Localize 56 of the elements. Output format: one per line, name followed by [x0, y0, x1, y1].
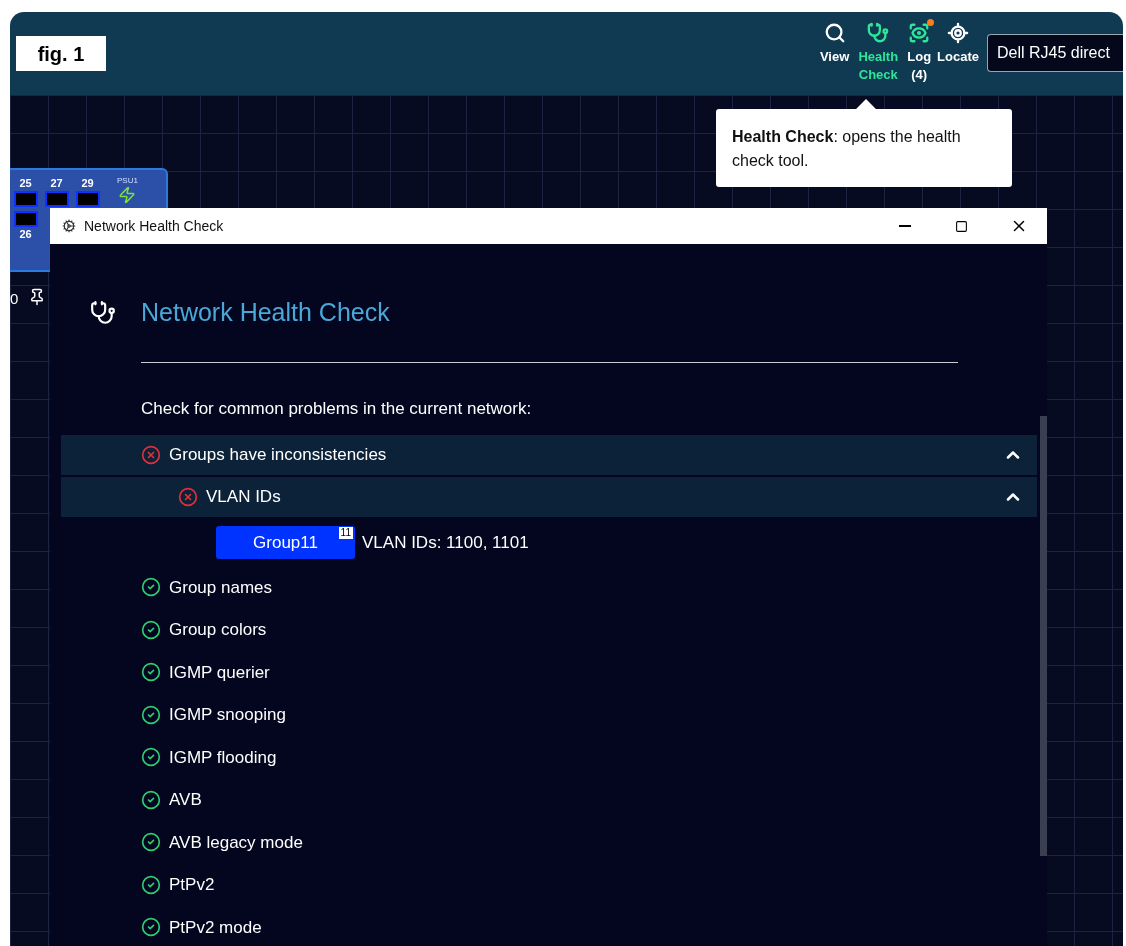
- check-row[interactable]: Groups have inconsistencies: [61, 435, 1037, 475]
- check-label: IGMP querier: [169, 661, 271, 684]
- port: [13, 211, 38, 227]
- stethoscope-icon: [867, 22, 890, 44]
- psu-label: PSU1: [117, 176, 138, 186]
- search-icon: [823, 22, 846, 44]
- check-label: Groups have inconsistencies: [169, 444, 388, 467]
- check-row[interactable]: IGMP flooding: [61, 736, 1037, 779]
- port-label: 25: [19, 176, 32, 190]
- toolbar-button[interactable]: View: [819, 22, 850, 66]
- tooltip-text: Health Check: opens the health check tool.: [732, 128, 961, 169]
- group-number-badge: 11: [338, 527, 353, 539]
- check-label: AVB: [169, 789, 203, 811]
- check-label: PtPv2: [169, 874, 216, 896]
- check-row[interactable]: AVB legacy mode: [61, 821, 1037, 864]
- figure-label: fig. 1: [16, 36, 106, 71]
- scrollbar[interactable]: [1040, 416, 1047, 856]
- check-label: PtPv2 mode: [169, 916, 263, 939]
- port: [44, 191, 69, 207]
- check-row[interactable]: VLAN IDs: [61, 477, 1037, 517]
- toolbar-button[interactable]: Health Check: [855, 22, 902, 84]
- device-dropdown[interactable]: Dell RJ45 direct: [987, 34, 1123, 72]
- pin-icon: [28, 288, 46, 306]
- port-label: 27: [50, 176, 63, 190]
- check-row[interactable]: IGMP snooping: [61, 693, 1037, 736]
- port-label: 26: [19, 227, 32, 241]
- check-label: IGMP flooding: [169, 746, 278, 769]
- gear-icon: [62, 219, 76, 233]
- eye-icon: [908, 22, 931, 44]
- port: [75, 191, 100, 207]
- port: [13, 191, 38, 207]
- vlan-detail: VLAN IDs: 1100, 1101: [362, 531, 529, 554]
- check-label: IGMP snooping: [169, 704, 287, 726]
- node-label: 0: [10, 289, 19, 309]
- power-icon: [118, 186, 137, 204]
- check-row[interactable]: IGMP querier: [61, 651, 1037, 694]
- port-label: 29: [81, 176, 94, 190]
- minimize-icon: [898, 225, 911, 227]
- check-row[interactable]: PtPv2: [61, 863, 1037, 906]
- locate-icon: [947, 22, 970, 44]
- toolbar-button[interactable]: Log (4): [907, 22, 932, 84]
- check-label: AVB legacy mode: [169, 831, 304, 854]
- dialog-heading: Network Health Check: [141, 297, 390, 328]
- check-row[interactable]: Group colors: [61, 608, 1037, 651]
- check-label: Group names: [169, 576, 273, 599]
- check-row[interactable]: PtPv2 mode: [61, 906, 1037, 946]
- check-row[interactable]: AVB: [61, 778, 1037, 821]
- check-label: VLAN IDs: [206, 486, 282, 509]
- group-button[interactable]: Group11 11: [216, 526, 355, 559]
- toolbar-button[interactable]: Locate: [937, 22, 979, 66]
- maximize-icon: [955, 219, 968, 233]
- check-row[interactable]: Group names: [61, 566, 1037, 609]
- window-title: Network Health Check: [84, 216, 225, 236]
- stethoscope-icon: [90, 299, 116, 326]
- intro-text: Check for common problems in the current network:: [141, 397, 533, 420]
- check-label: Group colors: [169, 619, 268, 641]
